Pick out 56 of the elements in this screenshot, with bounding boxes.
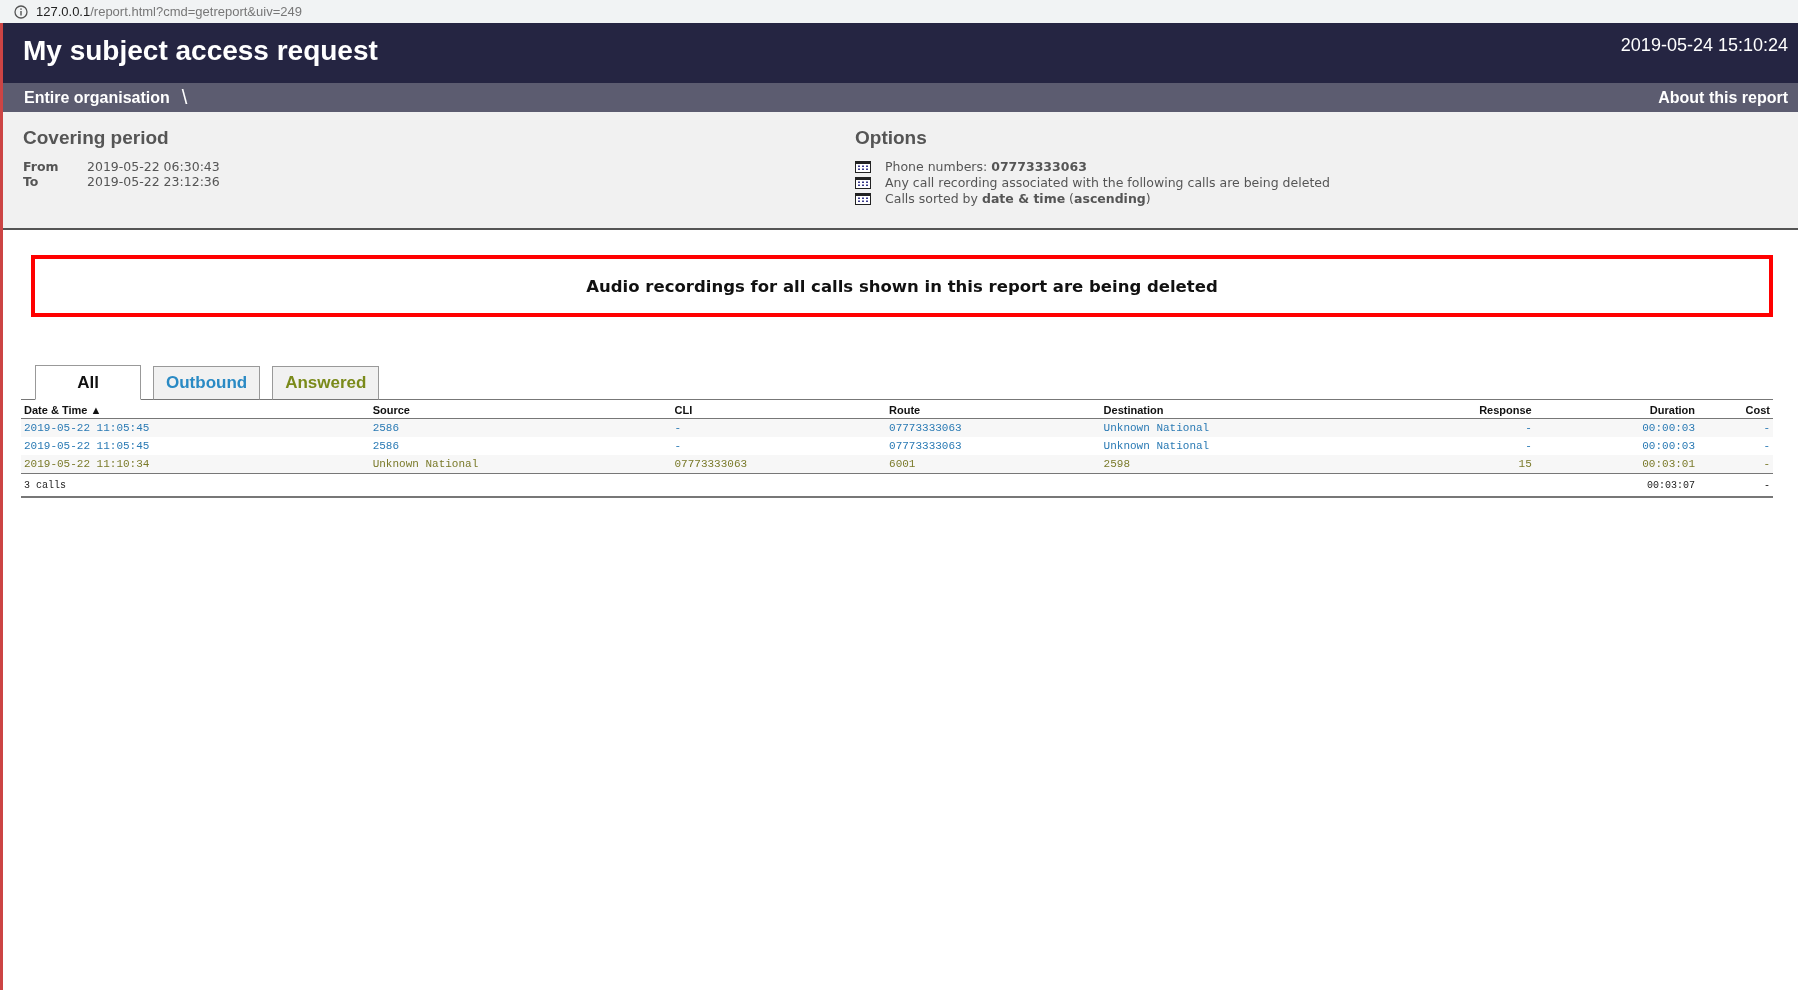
table-cell: -: [1763, 458, 1770, 470]
table-cell: 00:00:03: [1642, 440, 1696, 452]
option-text: Calls sorted by date & time (ascending): [885, 191, 1151, 207]
filter-tab[interactable]: All: [35, 365, 141, 400]
total-duration: 00:03:07: [1647, 479, 1696, 491]
option-text: Any call recording associated with the following calls are being deleted: [885, 175, 1330, 191]
address-url[interactable]: 127.0.0.1/report.html?cmd=getreport&uiv=249: [36, 4, 302, 19]
table-cell: -: [1525, 440, 1532, 452]
breadcrumb-item[interactable]: Entire organisation: [24, 88, 170, 107]
report-timestamp: 2019-05-24 15:10:24: [1620, 34, 1788, 57]
period-value: 2019-05-22 06:30:43: [87, 159, 220, 174]
table-cell: 00:03:01: [1642, 458, 1696, 470]
period-value: 2019-05-22 23:12:36: [87, 174, 220, 189]
table-cell: -: [674, 440, 682, 452]
section-heading: Covering period: [23, 127, 170, 149]
table-cell: 2586: [372, 422, 400, 434]
table-cell: 2019-05-22 11:10:34: [24, 458, 150, 470]
table-cell: 00:00:03: [1642, 422, 1696, 434]
table-cell: 2019-05-22 11:05:45: [24, 422, 150, 434]
table-cell: 07773333063: [889, 422, 962, 434]
table-cell: -: [1763, 440, 1770, 452]
column-header[interactable]: Destination: [1103, 404, 1164, 416]
column-header[interactable]: Duration: [1649, 404, 1696, 416]
table-cell: -: [674, 422, 682, 434]
column-header[interactable]: Route: [889, 404, 921, 416]
column-header[interactable]: Source: [372, 404, 410, 416]
grid-icon: [855, 161, 871, 173]
period-label: To: [23, 174, 40, 189]
grid-icon: [855, 177, 871, 189]
report-title: My subject access request: [23, 34, 378, 68]
grid-icon: [855, 193, 871, 205]
table-cell: Unknown National: [1103, 422, 1210, 434]
table-cell: 2586: [372, 440, 400, 452]
period-label: From: [23, 159, 60, 174]
table-cell: Unknown National: [372, 458, 479, 470]
alert-banner: Audio recordings for all calls shown in this report are being deleted: [31, 255, 1773, 317]
column-header[interactable]: Response: [1479, 404, 1532, 416]
table-cell: 07773333063: [674, 458, 748, 470]
table-cell: 2598: [1103, 458, 1130, 470]
column-header[interactable]: Cost: [1745, 404, 1770, 416]
table-cell: -: [1763, 422, 1770, 434]
table-cell: 6001: [889, 458, 916, 470]
table-cell: 07773333063: [889, 440, 962, 452]
table-cell: 2019-05-22 11:05:45: [24, 440, 150, 452]
info-icon[interactable]: [14, 4, 28, 19]
column-header[interactable]: Date & Time ▲: [24, 404, 102, 416]
about-link[interactable]: About this report: [1658, 88, 1788, 107]
section-heading: Options: [855, 127, 928, 149]
table-cell: Unknown National: [1103, 440, 1210, 452]
total-cost: -: [1764, 479, 1770, 491]
call-count: 3 calls: [24, 479, 66, 491]
breadcrumb-separator: \: [181, 86, 188, 109]
option-text: Phone numbers: 07773333063: [885, 159, 1087, 175]
table-cell: -: [1525, 422, 1532, 434]
column-header[interactable]: CLI: [674, 404, 693, 416]
table-cell: 15: [1518, 458, 1532, 470]
